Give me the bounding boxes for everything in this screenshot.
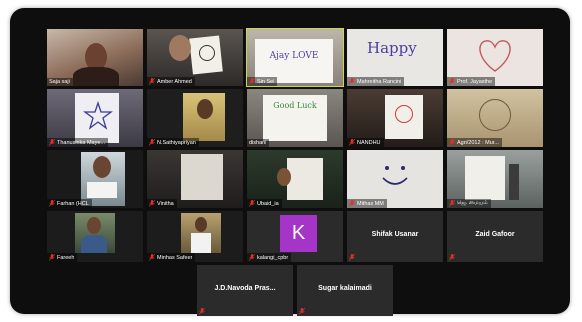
muted-mic-icon [349, 78, 355, 85]
participant-display-name: Sugar kalaimadi [318, 285, 372, 292]
participant-namebar: Agri/2012 : Mur... [447, 138, 502, 147]
participant-tile[interactable]: K kalangi_cpbr [247, 211, 343, 262]
participant-namebar: Saja saji [47, 78, 73, 86]
participant-namebar [447, 253, 458, 262]
participant-name: Fareeh [57, 254, 75, 261]
participant-namebar: Vinitha [147, 199, 177, 208]
participant-name: Prof. Jayasthe [457, 78, 493, 85]
participant-name: Mahreitha Rancini [357, 78, 402, 85]
participant-namebar: Prof. Jayasthe [447, 77, 496, 86]
muted-mic-icon [199, 308, 205, 315]
muted-mic-icon [299, 308, 305, 315]
participant-tile[interactable]: NANDHU [347, 89, 443, 147]
participant-namebar [297, 307, 308, 316]
participant-tile[interactable]: Thanushika Maye... [47, 89, 143, 147]
participant-name: kalangi_cpbr [257, 254, 289, 261]
participant-tile-active-speaker[interactable]: Ajay LOVE Sin Sel [246, 28, 344, 87]
participant-name: Ubaid_ia [257, 200, 279, 207]
muted-mic-icon [449, 254, 455, 261]
participant-namebar [197, 307, 208, 316]
muted-mic-icon [249, 200, 255, 207]
participant-tile[interactable]: Mithas MM [347, 150, 443, 208]
participant-name: Mithas MM [357, 200, 384, 207]
muted-mic-icon [349, 139, 355, 146]
participant-tile[interactable]: Fareeh [47, 211, 143, 262]
participant-name: dishani [249, 140, 267, 146]
participant-tile[interactable]: Amber Ahmed [147, 29, 243, 86]
muted-mic-icon [149, 200, 155, 207]
muted-mic-icon [149, 139, 155, 146]
participant-name: NANDHU [357, 139, 381, 146]
muted-mic-icon [49, 139, 55, 146]
sign-text: Ajay LOVE [269, 51, 319, 61]
participant-tile[interactable]: ஜெ. மையம் [447, 150, 543, 208]
participant-tile[interactable]: Prof. Jayasthe [447, 29, 543, 86]
participant-tile[interactable]: Zaid Gafoor [447, 211, 543, 262]
participant-tile[interactable]: Ubaid_ia [247, 150, 343, 208]
drawn-star-icon [83, 101, 113, 130]
participant-namebar: Thanushika Maye... [47, 138, 108, 147]
muted-mic-icon [49, 200, 55, 207]
participant-namebar: ஜெ. மையம் [447, 199, 491, 208]
participant-name: Farhan (HCL [57, 200, 89, 207]
participant-namebar [347, 253, 358, 262]
muted-mic-icon [449, 200, 455, 207]
participant-display-name: Zaid Gafoor [475, 231, 515, 238]
participant-name: Sin Sel [257, 78, 275, 85]
muted-mic-icon [449, 139, 455, 146]
sign-text: Good Luck [273, 101, 317, 110]
drawn-heart-icon [479, 40, 511, 72]
participant-tile[interactable]: Sugar kalaimadi [297, 265, 393, 316]
participant-tile[interactable]: Vinitha [147, 150, 243, 208]
avatar: K [280, 215, 317, 252]
muted-mic-icon [149, 254, 155, 261]
participant-namebar: Sin Sel [247, 77, 278, 86]
participant-namebar: N.Sathiyapriyan [147, 138, 199, 147]
participant-name: N.Sathiyapriyan [157, 139, 196, 146]
participant-namebar: Mithas MM [347, 199, 387, 208]
participant-name: Agri/2012 : Mur... [457, 139, 499, 146]
participant-name: Minhas Safeer [157, 254, 193, 261]
participant-name: Saja saji [49, 79, 70, 85]
participant-tile[interactable]: J.D.Navoda Pras... [197, 265, 293, 316]
participant-tile[interactable]: Minhas Safeer [147, 211, 243, 262]
muted-mic-icon [349, 254, 355, 261]
muted-mic-icon [249, 78, 255, 85]
participant-namebar: NANDHU [347, 138, 384, 147]
drawn-smiley-icon [382, 166, 408, 185]
participant-name: ஜெ. மையம் [457, 200, 488, 206]
participant-tile[interactable]: Saja saji [47, 29, 143, 86]
participant-namebar: Minhas Safeer [147, 253, 196, 262]
participant-name: Vinitha [157, 200, 174, 207]
participant-namebar: dishani [247, 139, 270, 147]
sign-text: Happy [367, 39, 417, 57]
participant-display-name: J.D.Navoda Pras... [214, 285, 276, 292]
participant-namebar: kalangi_cpbr [247, 253, 292, 262]
video-call-window: Saja saji Amber Ahmed Ajay LOVE Sin Sel … [10, 8, 570, 316]
participant-tile[interactable]: Agri/2012 : Mur... [447, 89, 543, 147]
participant-namebar: Amber Ahmed [147, 77, 195, 86]
muted-mic-icon [49, 254, 55, 261]
participant-tile[interactable]: N.Sathiyapriyan [147, 89, 243, 147]
participant-tile[interactable]: Farhan (HCL [47, 150, 143, 208]
participant-name: Thanushika Maye... [57, 139, 105, 146]
participant-tile[interactable]: Shifak Usanar [347, 211, 443, 262]
participant-name: Amber Ahmed [157, 78, 192, 85]
muted-mic-icon [449, 78, 455, 85]
muted-mic-icon [249, 254, 255, 261]
participant-namebar: Farhan (HCL [47, 199, 92, 208]
participant-tile[interactable]: Good Luck dishani [247, 89, 343, 147]
participant-display-name: Shifak Usanar [371, 231, 419, 238]
participant-namebar: Mahreitha Rancini [347, 77, 405, 86]
participant-tile[interactable]: Happy Mahreitha Rancini [347, 29, 443, 86]
participant-namebar: Fareeh [47, 253, 78, 262]
muted-mic-icon [149, 78, 155, 85]
participant-namebar: Ubaid_ia [247, 199, 282, 208]
muted-mic-icon [349, 200, 355, 207]
